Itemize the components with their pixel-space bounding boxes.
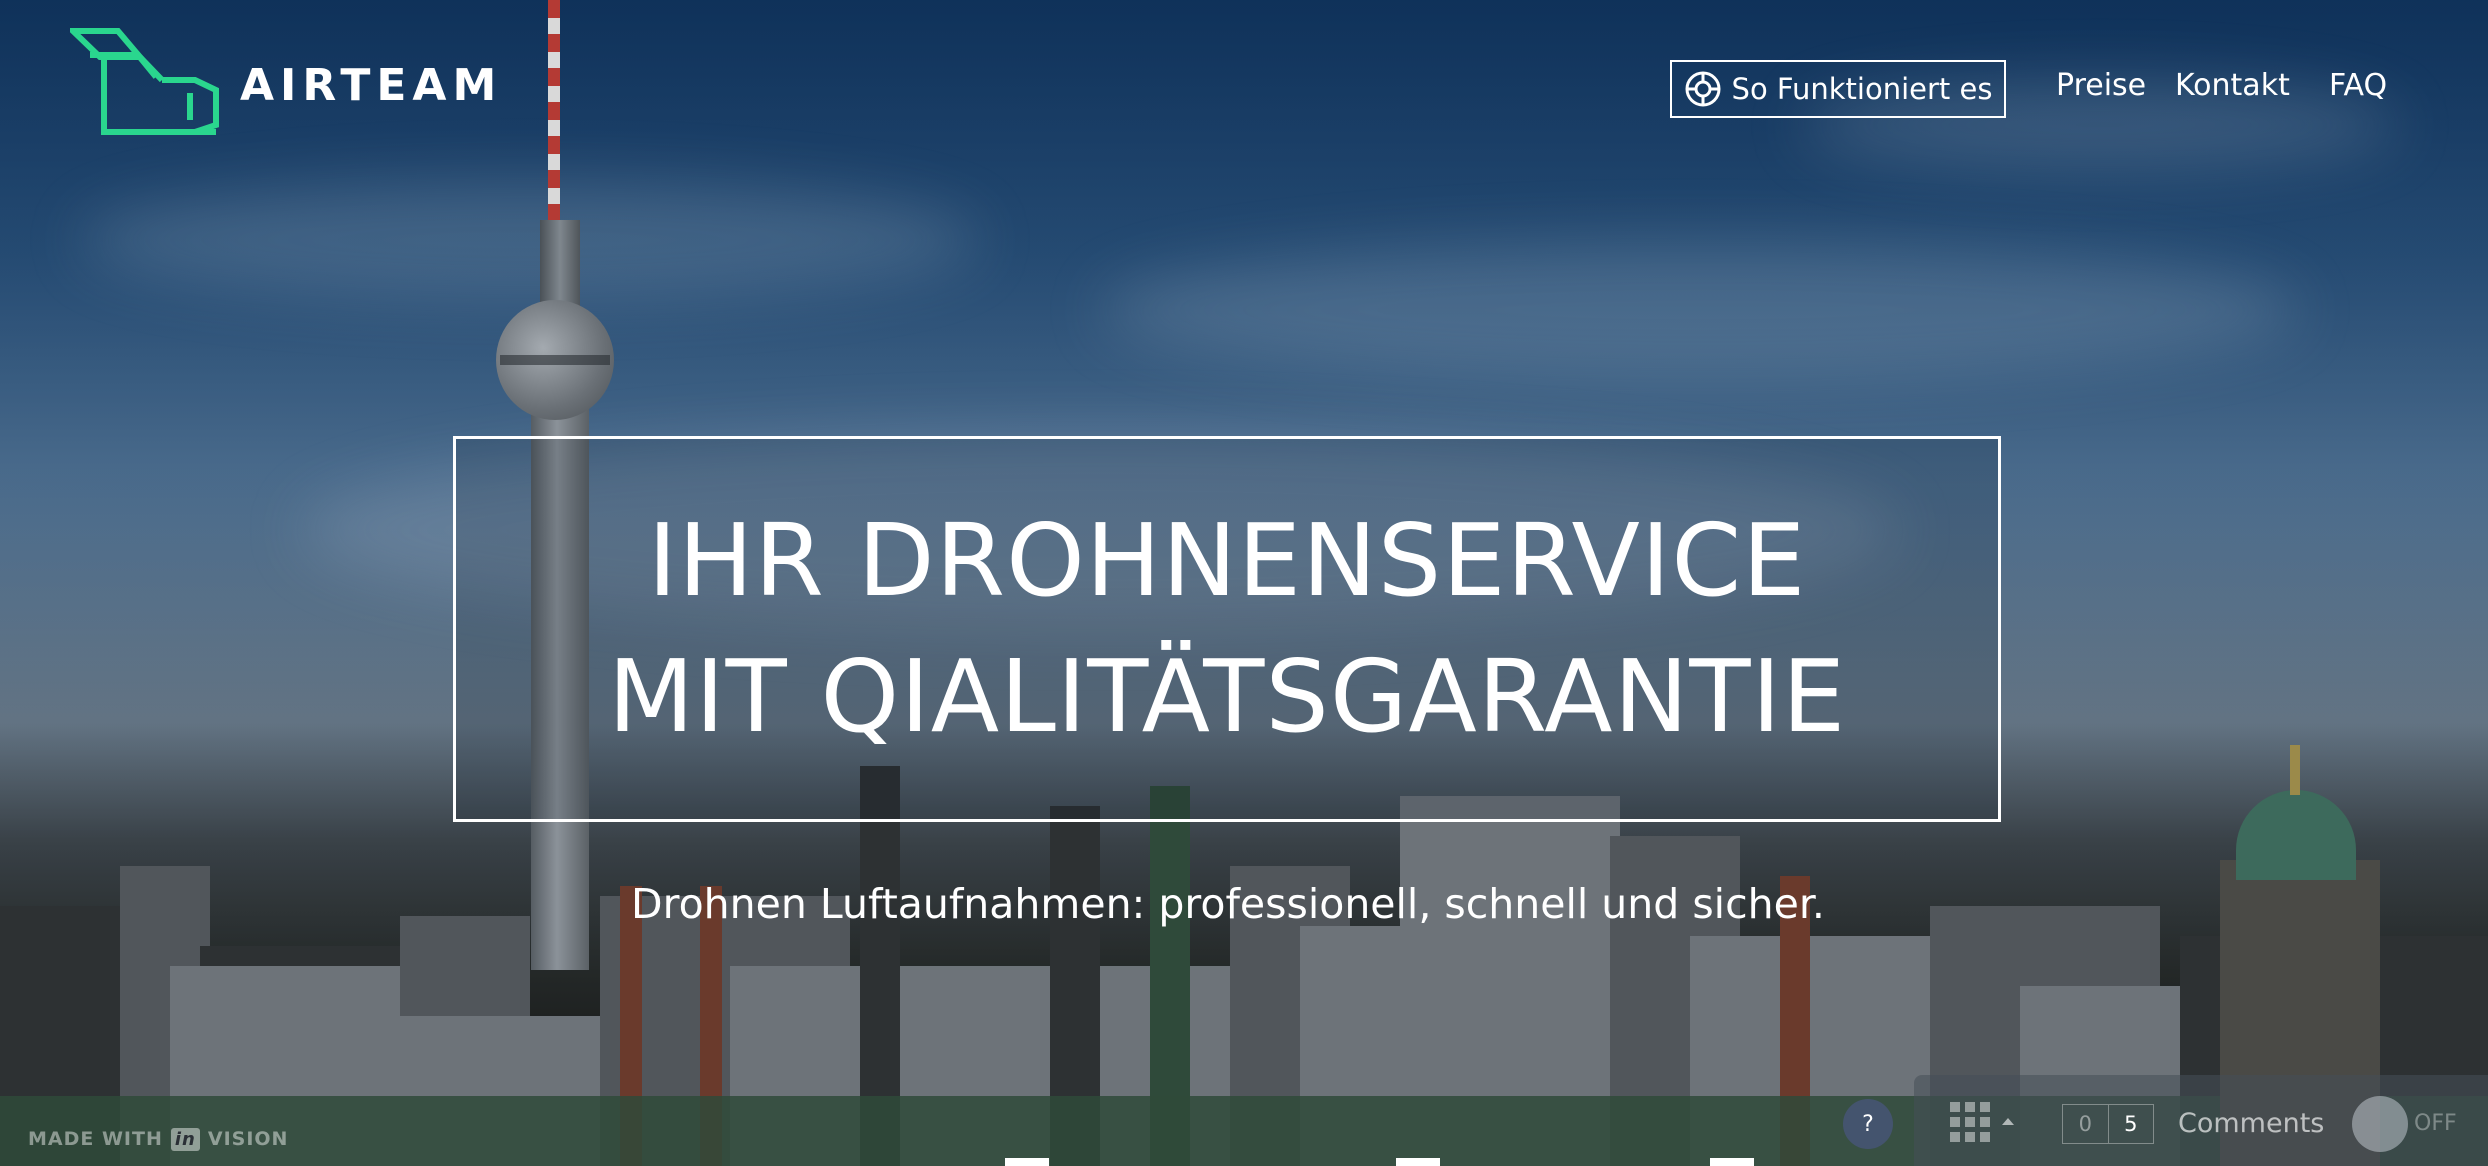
cloud: [1100, 240, 2300, 380]
grid-icon: [1950, 1102, 2010, 1142]
nav-link-preise[interactable]: Preise: [2056, 68, 2146, 103]
how-it-works-label: So Funktioniert es: [1731, 72, 1993, 106]
headline-line-1: IHR DROHNENSERVICE: [647, 502, 1807, 619]
comments-link[interactable]: Comments: [2178, 1108, 2324, 1139]
help-button[interactable]: ?: [1843, 1099, 1893, 1149]
toggle-knob: [2352, 1096, 2408, 1152]
section-indicator[interactable]: [1005, 1158, 1049, 1166]
toggle-state-label: OFF: [2414, 1111, 2457, 1136]
nav-link-kontakt[interactable]: Kontakt: [2175, 68, 2290, 103]
comments-total-count: 5: [2107, 1105, 2154, 1143]
brand-name: AIRTEAM: [240, 60, 503, 111]
comment-counter: 0 5: [2062, 1104, 2154, 1144]
screens-grid-button[interactable]: [1950, 1102, 2014, 1146]
hero-subline: Drohnen Luftaufnahmen: professionell, sc…: [631, 880, 1825, 928]
nav-link-faq[interactable]: FAQ: [2329, 68, 2387, 103]
cloud: [80, 180, 980, 300]
headline-line-2: MIT QIALITÄTSGARANTIE: [607, 638, 1847, 755]
tv-tower-band: [500, 355, 610, 365]
brand-logo[interactable]: AIRTEAM: [70, 25, 502, 140]
how-it-works-button[interactable]: So Funktioniert es: [1670, 60, 2006, 118]
headline-frame: IHR DROHNENSERVICE MIT QIALITÄTSGARANTIE: [453, 436, 2001, 822]
caret-up-icon: [2002, 1118, 2014, 1125]
made-with-invision-badge[interactable]: MADE WITH in VISION: [28, 1122, 288, 1156]
drone-logo-icon: [70, 28, 219, 135]
section-indicator[interactable]: [1710, 1158, 1754, 1166]
cathedral-spire: [2290, 745, 2300, 795]
made-with-label: MADE WITH: [28, 1128, 163, 1150]
section-indicator[interactable]: [1396, 1158, 1440, 1166]
invision-in-logo: in: [170, 1127, 200, 1151]
comments-toggle[interactable]: OFF: [2352, 1096, 2462, 1152]
lifebuoy-icon: [1685, 71, 1721, 107]
invision-wordmark: VISION: [207, 1128, 289, 1150]
tv-tower-antenna: [548, 0, 560, 225]
hero-section: AIRTEAM So Funktioniert es Preise Kontak…: [0, 0, 2488, 1166]
comments-unread-count: 0: [2078, 1112, 2092, 1136]
